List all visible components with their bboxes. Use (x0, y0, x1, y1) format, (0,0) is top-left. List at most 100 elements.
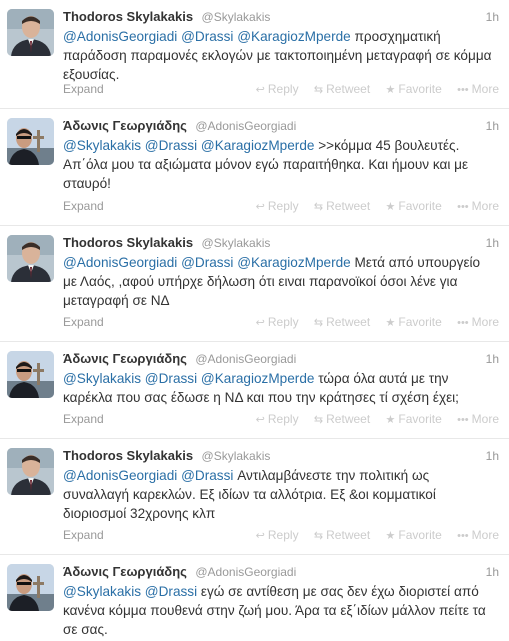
tweet-fullname[interactable]: Άδωνις Γεωργιάδης (63, 564, 187, 579)
mention-link[interactable]: @KaragiozMperde (201, 371, 315, 386)
reply-button[interactable]: ↩ Reply (256, 314, 299, 331)
mention-link[interactable]: @AdonisGeorgiadi (63, 29, 177, 44)
more-button[interactable]: ••• More (457, 411, 499, 428)
mention-link[interactable]: @Drassi (181, 468, 233, 483)
expand-link[interactable]: Expand (63, 199, 104, 213)
tweet-username[interactable]: @AdonisGeorgiadi (195, 565, 296, 579)
retweet-button[interactable]: ⇆ Retweet (314, 81, 370, 98)
mention-link[interactable]: @Drassi (145, 371, 197, 386)
mention-link[interactable]: @Drassi (145, 138, 197, 153)
tweet-username[interactable]: @AdonisGeorgiadi (195, 352, 296, 366)
star-icon: ★ (385, 414, 396, 426)
reply-button[interactable]: ↩ Reply (256, 527, 299, 544)
tweet-timestamp[interactable]: 1h (486, 117, 499, 135)
more-label: More (471, 199, 499, 213)
avatar[interactable] (7, 448, 54, 495)
favorite-button[interactable]: ★ Favorite (386, 198, 442, 215)
tweet[interactable]: Thodoros Skylakakis @Skylakakis 1h @Adon… (0, 226, 509, 342)
tweet-timestamp[interactable]: 1h (486, 563, 499, 581)
favorite-button[interactable]: ★ Favorite (386, 527, 442, 544)
tweet[interactable]: Άδωνις Γεωργιάδης @AdonisGeorgiadi 1h @S… (0, 555, 509, 641)
mention-link[interactable]: @Drassi (181, 29, 233, 44)
favorite-label: Favorite (398, 199, 442, 213)
tweet-actions: ↩ Reply ⇆ Retweet ★ Favorite ••• More (244, 198, 499, 215)
mention-link[interactable]: @AdonisGeorgiadi (63, 255, 177, 270)
favorite-button[interactable]: ★ Favorite (386, 411, 442, 428)
reply-button[interactable]: ↩ Reply (256, 198, 299, 215)
tweet[interactable]: Thodoros Skylakakis @Skylakakis 1h @Adon… (0, 439, 509, 555)
reply-button[interactable]: ↩ Reply (256, 81, 299, 98)
tweet-fullname[interactable]: Άδωνις Γεωργιάδης (63, 351, 187, 366)
avatar[interactable] (7, 564, 54, 611)
expand-link[interactable]: Expand (63, 82, 104, 96)
mention-link[interactable]: @Drassi (181, 255, 233, 270)
mention-link[interactable]: @KaragiozMperde (201, 138, 315, 153)
reply-label: Reply (267, 199, 299, 213)
reply-icon: ↩ (255, 530, 265, 542)
retweet-button[interactable]: ⇆ Retweet (314, 527, 370, 544)
more-label: More (471, 315, 499, 329)
reply-icon: ↩ (255, 84, 265, 96)
tweet-fullname[interactable]: Άδωνις Γεωργιάδης (63, 118, 187, 133)
reply-button[interactable]: ↩ Reply (256, 411, 299, 428)
tweet-timestamp[interactable]: 1h (486, 8, 499, 26)
avatar-georgiadis-image (7, 564, 54, 611)
more-button[interactable]: ••• More (457, 527, 499, 544)
avatar[interactable] (7, 9, 54, 56)
tweet-header: Thodoros Skylakakis @Skylakakis 1h (63, 447, 499, 465)
expand-link[interactable]: Expand (63, 315, 104, 329)
mention-link[interactable]: @KaragiozMperde (237, 255, 351, 270)
tweet-header: Thodoros Skylakakis @Skylakakis 1h (63, 234, 499, 252)
retweet-button[interactable]: ⇆ Retweet (314, 314, 370, 331)
reply-label: Reply (267, 412, 299, 426)
tweet-footer: Expand ↩ Reply ⇆ Retweet ★ Favorite ••• More (63, 411, 499, 427)
more-button[interactable]: ••• More (457, 314, 499, 331)
retweet-icon: ⇆ (313, 530, 324, 542)
tweet-username[interactable]: @Skylakakis (202, 10, 271, 24)
tweet-footer: Expand ↩ Reply ⇆ Retweet ★ Favorite ••• More (63, 527, 499, 543)
tweet-fullname[interactable]: Thodoros Skylakakis (63, 448, 193, 463)
retweet-label: Retweet (326, 528, 371, 542)
mention-link[interactable]: @AdonisGeorgiadi (63, 468, 177, 483)
mention-link[interactable]: @Drassi (145, 584, 197, 599)
mention-link[interactable]: @Skylakakis (63, 138, 141, 153)
favorite-button[interactable]: ★ Favorite (386, 81, 442, 98)
retweet-icon: ⇆ (313, 201, 324, 213)
tweet-fullname[interactable]: Thodoros Skylakakis (63, 235, 193, 250)
tweet-timestamp[interactable]: 1h (486, 234, 499, 252)
more-button[interactable]: ••• More (457, 198, 499, 215)
expand-link[interactable]: Expand (63, 412, 104, 426)
retweet-label: Retweet (326, 412, 371, 426)
tweet-username[interactable]: @Skylakakis (202, 236, 271, 250)
tweet-username[interactable]: @Skylakakis (202, 449, 271, 463)
tweet-footer: Expand ↩ Reply ⇆ Retweet ★ Favorite ••• More (63, 81, 499, 97)
more-label: More (471, 412, 499, 426)
retweet-label: Retweet (326, 199, 371, 213)
avatar[interactable] (7, 351, 54, 398)
more-button[interactable]: ••• More (457, 81, 499, 98)
tweet-username[interactable]: @AdonisGeorgiadi (195, 119, 296, 133)
tweet[interactable]: Thodoros Skylakakis @Skylakakis 1h @Adon… (0, 0, 509, 109)
tweet[interactable]: Άδωνις Γεωργιάδης @AdonisGeorgiadi 1h @S… (0, 109, 509, 226)
mention-link[interactable]: @Skylakakis (63, 584, 141, 599)
avatar[interactable] (7, 235, 54, 282)
retweet-button[interactable]: ⇆ Retweet (314, 411, 370, 428)
tweet-actions: ↩ Reply ⇆ Retweet ★ Favorite ••• More (244, 81, 499, 98)
favorite-button[interactable]: ★ Favorite (386, 314, 442, 331)
tweet-timestamp[interactable]: 1h (486, 350, 499, 368)
retweet-button[interactable]: ⇆ Retweet (314, 198, 370, 215)
tweet-timestamp[interactable]: 1h (486, 447, 499, 465)
tweet-header: Thodoros Skylakakis @Skylakakis 1h (63, 8, 499, 26)
retweet-label: Retweet (326, 315, 371, 329)
favorite-label: Favorite (398, 528, 442, 542)
reply-label: Reply (267, 315, 299, 329)
expand-link[interactable]: Expand (63, 528, 104, 542)
more-label: More (471, 82, 499, 96)
tweet-text: @Skylakakis @Drassi @KaragiozMperde >>κό… (63, 136, 499, 193)
tweet[interactable]: Άδωνις Γεωργιάδης @AdonisGeorgiadi 1h @S… (0, 342, 509, 439)
mention-link[interactable]: @KaragiozMperde (237, 29, 351, 44)
avatar[interactable] (7, 118, 54, 165)
mention-link[interactable]: @Skylakakis (63, 371, 141, 386)
tweet-fullname[interactable]: Thodoros Skylakakis (63, 9, 193, 24)
more-label: More (471, 528, 499, 542)
